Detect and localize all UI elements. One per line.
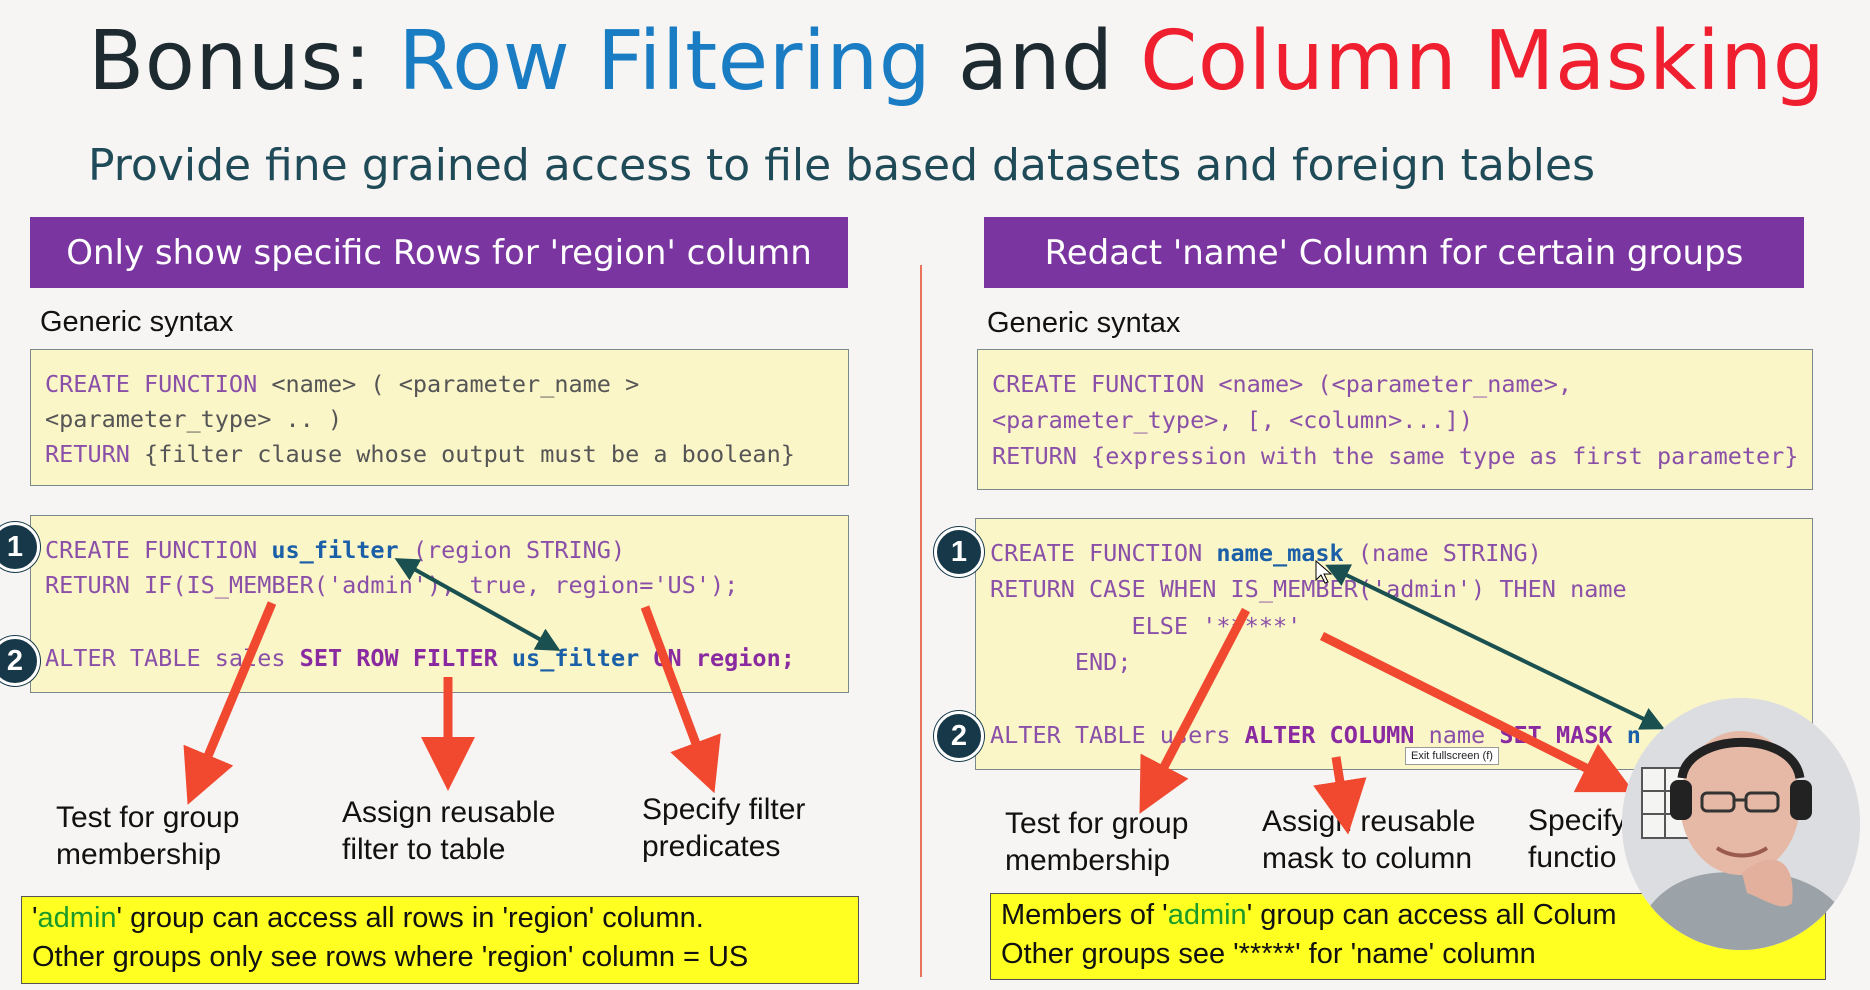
arrow-predicates-left [640,605,721,794]
annotation-arrows [183,558,1665,835]
arrow-group-test-left [183,601,277,805]
presenter-webcam [1622,698,1860,950]
link-arrow-left [394,558,561,651]
mouse-cursor [1315,559,1333,584]
arrow-group-test-right [1139,607,1250,814]
arrow-assign-right [1313,756,1367,835]
slide: Bonus: Row Filtering and Column Masking … [0,0,1870,990]
exit-fullscreen-tooltip: Exit fullscreen (f) [1405,747,1499,765]
link-arrow-right [1325,564,1665,730]
presenter-portrait [1622,698,1860,950]
